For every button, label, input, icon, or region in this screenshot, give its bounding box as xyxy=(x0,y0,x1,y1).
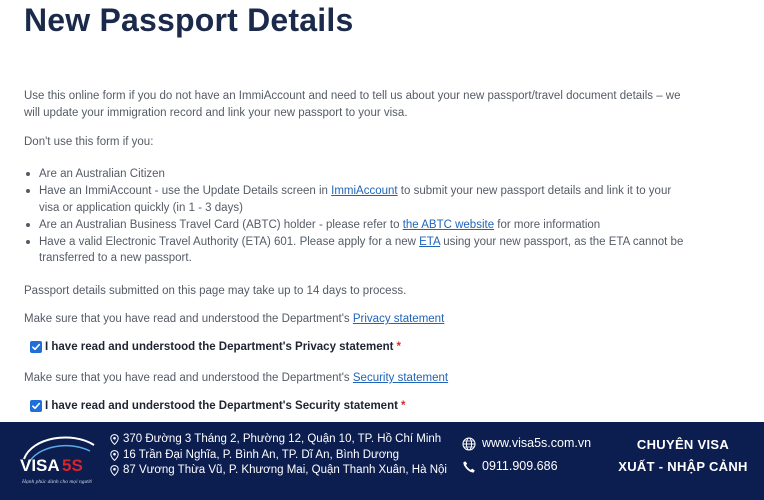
service-line-2: XUẤT - NHẬP CẢNH xyxy=(618,459,748,474)
security-checkbox[interactable] xyxy=(30,400,42,412)
bullet-text: Are an Australian Citizen xyxy=(39,168,165,180)
list-item: Have a valid Electronic Travel Authority… xyxy=(24,234,694,267)
globe-icon xyxy=(462,436,476,451)
process-note: Passport details submitted on this page … xyxy=(24,285,407,297)
required-mark: * xyxy=(396,341,401,353)
privacy-check-row[interactable]: I have read and understood the Departmen… xyxy=(30,341,401,353)
privacy-instruction: Make sure that you have read and underst… xyxy=(24,311,694,328)
list-item: Are an Australian Citizen xyxy=(24,166,694,183)
svg-text:5S: 5S xyxy=(62,456,83,475)
phone-row[interactable]: 0911.909.686 xyxy=(462,455,591,478)
immiaccount-link[interactable]: ImmiAccount xyxy=(331,185,397,197)
svg-text:Hạnh phúc dành cho mọi người: Hạnh phúc dành cho mọi người xyxy=(21,479,92,485)
eta-link[interactable]: ETA xyxy=(419,236,440,248)
address-item: 16 Trần Đại Nghĩa, P. Bình An, TP. Dĩ An… xyxy=(110,448,447,464)
page-title: New Passport Details xyxy=(24,2,354,38)
checkmark-icon xyxy=(31,343,41,351)
security-checkbox-label: I have read and understood the Departmen… xyxy=(45,400,398,412)
location-pin-icon xyxy=(110,449,119,461)
abtc-website-link[interactable]: the ABTC website xyxy=(403,219,494,231)
address-item: 370 Đường 3 Tháng 2, Phường 12, Quận 10,… xyxy=(110,432,447,448)
list-item: Have an ImmiAccount - use the Update Det… xyxy=(24,183,694,216)
security-instruction: Make sure that you have read and underst… xyxy=(24,370,694,387)
privacy-checkbox[interactable] xyxy=(30,341,42,353)
bullet-text: Are an Australian Business Travel Card (… xyxy=(39,218,403,231)
phone-text[interactable]: 0911.909.686 xyxy=(482,455,558,478)
address-text: 370 Đường 3 Tháng 2, Phường 12, Quận 10,… xyxy=(123,433,442,445)
bullet-text: Have an ImmiAccount - use the Update Det… xyxy=(39,185,332,197)
passport-form-page: New Passport Details Use this online for… xyxy=(0,0,764,422)
contact-info: www.visa5s.com.vn 0911.909.686 xyxy=(462,432,591,478)
address-list: 370 Đường 3 Tháng 2, Phường 12, Quận 10,… xyxy=(110,432,447,479)
security-statement-link[interactable]: Security statement xyxy=(353,372,448,384)
website-text[interactable]: www.visa5s.com.vn xyxy=(482,432,591,455)
visa5s-logo: VISA 5S Hạnh phúc dành cho mọi người xyxy=(20,436,95,485)
list-item: Are an Australian Business Travel Card (… xyxy=(24,217,694,234)
service-slogan: CHUYÊN VISA XUẤT - NHẬP CẢNH xyxy=(612,434,754,478)
privacy-instruction-text: Make sure that you have read and underst… xyxy=(24,313,353,325)
dont-use-heading: Don't use this form if you: xyxy=(24,136,154,148)
required-mark: * xyxy=(400,400,406,412)
service-line-1: CHUYÊN VISA xyxy=(636,437,730,452)
svg-text:VISA: VISA xyxy=(20,456,60,475)
location-pin-icon xyxy=(110,465,119,477)
address-item: 87 Vương Thừa Vũ, P. Khương Mai, Quận Th… xyxy=(110,463,447,479)
checkmark-icon xyxy=(31,402,41,410)
bullet-text: for more information xyxy=(494,218,601,231)
privacy-statement-link[interactable]: Privacy statement xyxy=(353,313,444,325)
bullet-text: Have a valid Electronic Travel Authority… xyxy=(39,235,420,248)
location-pin-icon xyxy=(110,434,119,446)
address-text: 16 Trần Đại Nghĩa, P. Bình An, TP. Dĩ An… xyxy=(123,448,400,461)
footer-banner: VISA 5S Hạnh phúc dành cho mọi người 370… xyxy=(0,422,764,500)
exclusion-list: Are an Australian Citizen Have an ImmiAc… xyxy=(24,166,694,267)
intro-text: Use this online form if you do not have … xyxy=(24,90,681,119)
website-row[interactable]: www.visa5s.com.vn xyxy=(462,432,591,455)
phone-icon xyxy=(463,460,475,473)
privacy-checkbox-label: I have read and understood the Departmen… xyxy=(45,341,394,353)
security-instruction-text: Make sure that you have read and underst… xyxy=(24,372,353,384)
security-check-row[interactable]: I have read and understood the Departmen… xyxy=(30,400,405,412)
address-text: 87 Vương Thừa Vũ, P. Khương Mai, Quận Th… xyxy=(123,464,447,476)
